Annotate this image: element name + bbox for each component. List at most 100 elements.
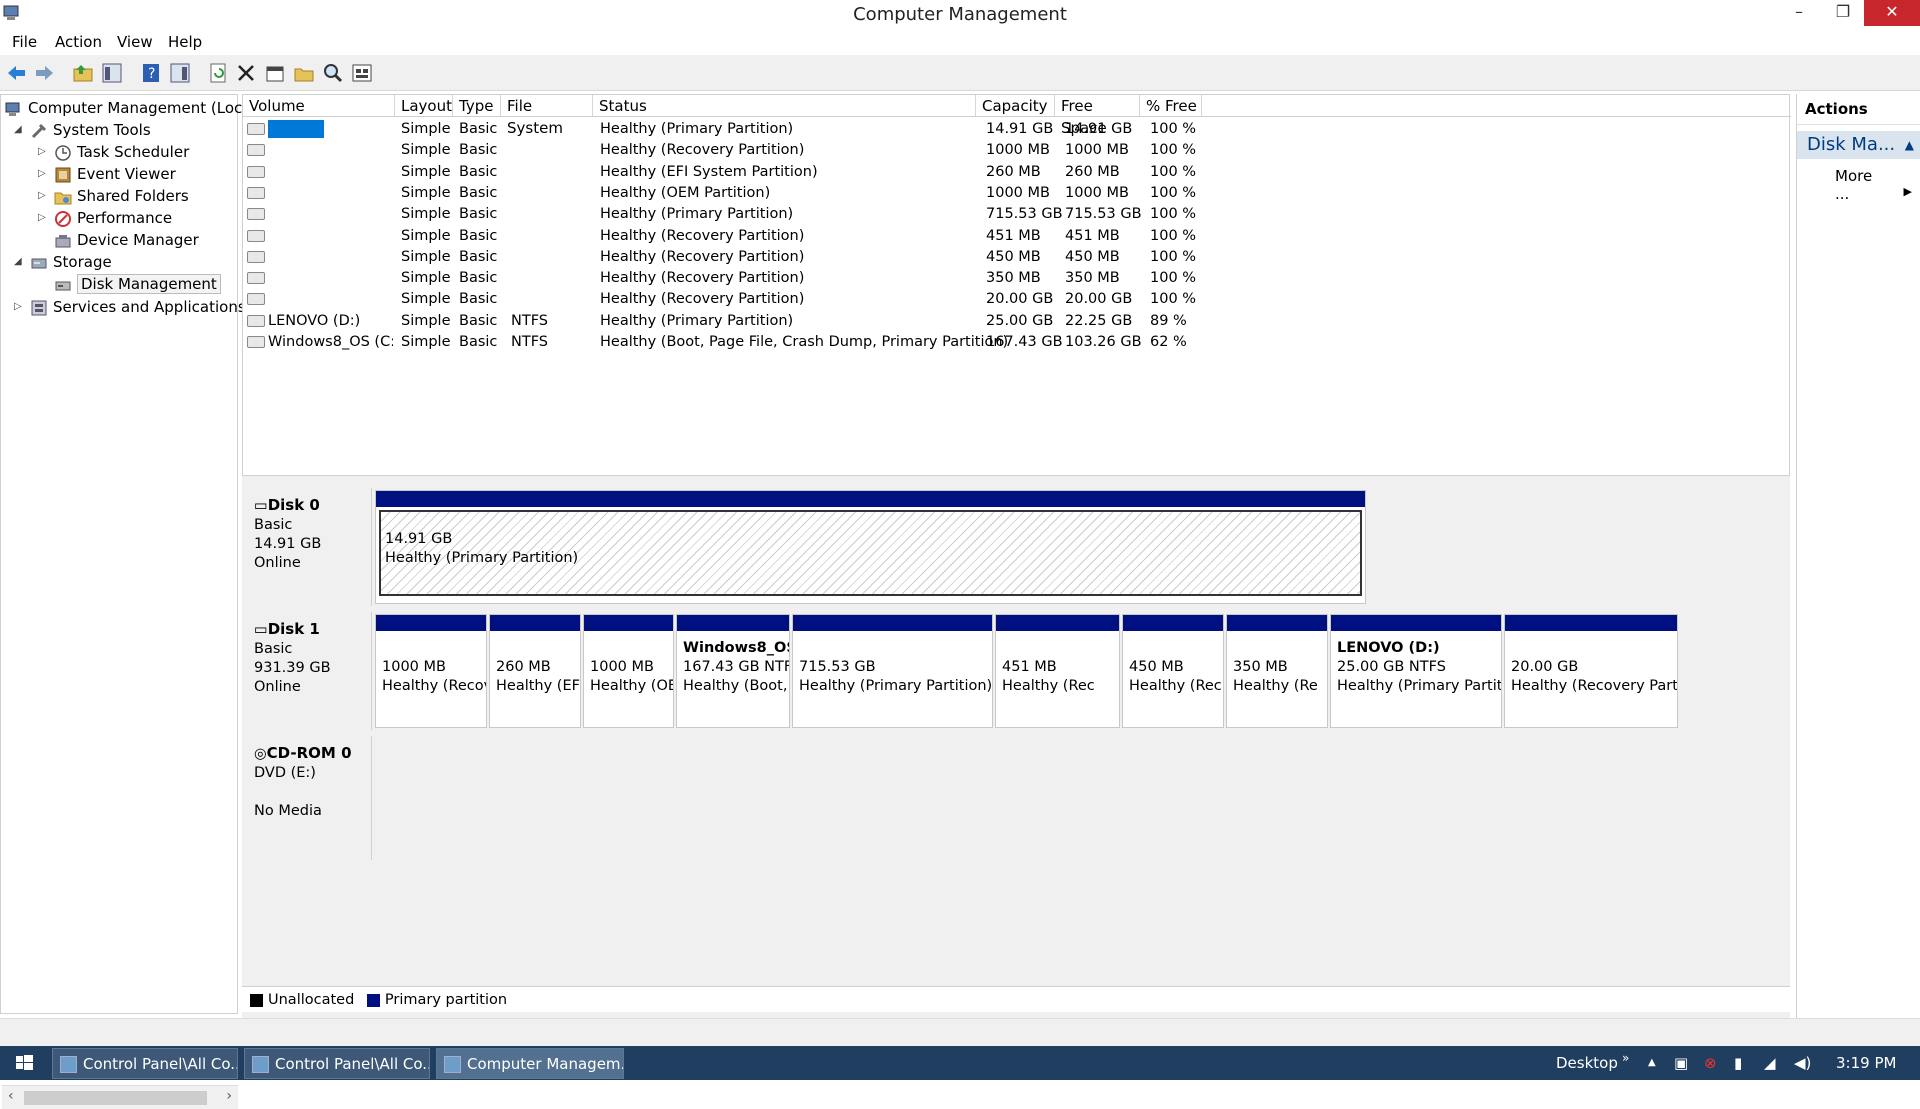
back-arrow-icon[interactable] <box>5 61 29 85</box>
close-button[interactable]: ✕ <box>1864 0 1920 26</box>
restore-button[interactable]: ❐ <box>1826 0 1860 26</box>
taskbar-control-panel-2[interactable]: Control Panel\All Co... <box>244 1048 430 1079</box>
cdrom-label[interactable]: ◎CD-ROM 0 DVD (E:) No Media <box>244 736 372 860</box>
table-row[interactable]: Simple Basic Healthy (Primary Partition) 71… <box>243 204 1791 225</box>
expand-arrow-icon[interactable]: ▷ <box>14 296 26 318</box>
tree-shared-folders[interactable]: Shared Folders <box>54 185 189 207</box>
partition-text: 450 MB Healthy (Rec <box>1123 631 1223 704</box>
menu-help[interactable]: Help <box>168 33 202 51</box>
disk1-partition[interactable]: 260 MB Healthy (EF <box>489 614 581 728</box>
disk1-label[interactable]: ▭Disk 1 Basic 931.39 GB Online <box>244 612 372 730</box>
table-row[interactable]: LENOVO (D:) Simple Basic NTFS Healthy (Prima… <box>243 311 1791 332</box>
settings-icon[interactable] <box>350 61 374 85</box>
column-layout[interactable]: Layout <box>395 95 453 117</box>
taskbar-control-panel-1[interactable]: Control Panel\All Co... <box>52 1048 238 1079</box>
refresh-icon[interactable] <box>207 61 231 85</box>
network-adapter-icon[interactable]: ▣ <box>1674 1046 1688 1080</box>
tree-event-viewer[interactable]: Event Viewer <box>54 163 176 185</box>
tree-services-applications[interactable]: Services and Applications <box>30 296 246 318</box>
cell-type: Basic <box>459 291 498 308</box>
windows-start-icon[interactable] <box>0 1046 48 1080</box>
table-row[interactable]: Simple Basic Healthy (EFI System Partition… <box>243 162 1791 183</box>
tree-horizontal-scrollbar[interactable]: ‹ › <box>2 1085 238 1109</box>
tree-system-tools[interactable]: System Tools <box>30 119 151 141</box>
disk1-partition[interactable]: 20.00 GB Healthy (Recovery Parti <box>1504 614 1678 728</box>
disk1-partition[interactable]: 451 MB Healthy (Rec <box>995 614 1120 728</box>
disk0-partition[interactable]: 14.91 GB Healthy (Primary Partition) <box>375 490 1366 604</box>
table-row[interactable]: Simple Basic Healthy (Recovery Partition) 4… <box>243 226 1791 247</box>
show-hidden-icons-icon[interactable]: ▲ <box>1648 1046 1656 1080</box>
battery-icon[interactable]: ▮ <box>1734 1046 1742 1080</box>
security-alert-icon[interactable]: ⊗ <box>1704 1046 1717 1080</box>
actions-disk-management[interactable]: Disk Ma... ▲ <box>1797 131 1920 159</box>
menu-view[interactable]: View <box>117 33 153 51</box>
minimize-button[interactable]: – <box>1782 0 1816 26</box>
disk1-partition[interactable]: 450 MB Healthy (Rec <box>1122 614 1224 728</box>
cell-capacity: 20.00 GB <box>986 291 1054 308</box>
taskbar-control-panel-2-label: Control Panel\All Co... <box>275 1055 430 1073</box>
table-row[interactable]: Simple Basic Healthy (OEM Partition) 1000 M… <box>243 183 1791 204</box>
tree-device-manager[interactable]: Device Manager <box>54 229 199 251</box>
table-row[interactable]: Simple Basic Healthy (Recovery Partition) 3… <box>243 268 1791 289</box>
expand-arrow-icon[interactable]: ▷ <box>38 207 50 229</box>
partition-size: 451 MB <box>1002 659 1057 675</box>
toolbar-expand-icon[interactable]: » <box>1622 1046 1629 1080</box>
column-status[interactable]: Status <box>593 95 976 117</box>
column-percent-free[interactable]: % Free <box>1140 95 1202 117</box>
signal-icon[interactable]: ◢ <box>1764 1046 1776 1080</box>
desktop-toolbar[interactable]: Desktop <box>1556 1046 1618 1080</box>
table-row[interactable]: Simple Basic Healthy (Recovery Partition) 1… <box>243 140 1791 161</box>
collapse-up-icon[interactable]: ▲ <box>1905 131 1914 159</box>
actions-title: Actions <box>1797 94 1920 125</box>
disk1-partition[interactable]: 715.53 GB Healthy (Primary Partition) <box>792 614 993 728</box>
tree-root[interactable]: Computer Management (Local <box>5 97 256 119</box>
tree-task-scheduler[interactable]: Task Scheduler <box>54 141 189 163</box>
search-icon[interactable] <box>321 61 345 85</box>
up-folder-icon[interactable] <box>71 61 95 85</box>
column-capacity[interactable]: Capacity <box>976 95 1055 117</box>
tree-storage[interactable]: Storage <box>30 251 112 273</box>
menu-action[interactable]: Action <box>55 33 102 51</box>
collapse-arrow-icon[interactable]: ◢ <box>14 119 26 141</box>
expand-arrow-icon[interactable]: ▷ <box>38 141 50 163</box>
table-row[interactable]: Simple Basic Healthy (Recovery Partition) 4… <box>243 247 1791 268</box>
disk0-state: Online <box>254 555 301 571</box>
open-folder-icon[interactable] <box>292 61 316 85</box>
column-type[interactable]: Type <box>453 95 501 117</box>
column-file-system[interactable]: File System <box>501 95 593 137</box>
scroll-left-arrow-icon[interactable]: ‹ <box>8 1088 14 1104</box>
menu-file[interactable]: File <box>12 33 37 51</box>
taskbar-computer-management[interactable]: Computer Managem... <box>436 1048 624 1079</box>
partition-title: LENOVO (D:) <box>1337 640 1440 656</box>
properties-icon[interactable] <box>263 61 287 85</box>
collapse-arrow-icon[interactable]: ◢ <box>14 251 26 273</box>
disk1-partition[interactable]: 1000 MB Healthy (Recov <box>375 614 487 728</box>
tree-root-label: Computer Management (Local <box>28 99 256 117</box>
volume-icon[interactable]: ◀) <box>1794 1046 1811 1080</box>
disk1-partition[interactable]: Windows8_OS (C:) 167.43 GB NTFS Healthy (B… <box>676 614 790 728</box>
table-row[interactable]: Simple Basic Healthy (Recovery Partition) 2… <box>243 289 1791 310</box>
expand-arrow-icon[interactable]: ▷ <box>38 185 50 207</box>
primary-partition-bar <box>1331 615 1501 631</box>
help-icon[interactable]: ? <box>139 61 163 85</box>
clock-time[interactable]: 3:19 PM <box>1836 1046 1896 1080</box>
show-hide-action-pane-icon[interactable] <box>168 61 192 85</box>
scroll-right-arrow-icon[interactable]: › <box>226 1088 232 1104</box>
expand-arrow-icon[interactable]: ▷ <box>38 163 50 185</box>
table-row[interactable]: Windows8_OS (C:) Simple Basic NTFS Healthy (… <box>243 332 1791 353</box>
show-hide-tree-icon[interactable] <box>100 61 124 85</box>
cell-status: Healthy (Boot, Page File, Crash Dump, Pr… <box>600 334 1009 350</box>
table-row[interactable]: Simple Basic Healthy (Primary Partition) 14… <box>243 119 1791 140</box>
disk1-partition[interactable]: LENOVO (D:) 25.00 GB NTFS Healthy (Primary… <box>1330 614 1502 728</box>
column-volume[interactable]: Volume <box>243 95 395 117</box>
scroll-thumb[interactable] <box>24 1091 207 1105</box>
forward-arrow-icon[interactable] <box>32 61 56 85</box>
column-free-space[interactable]: Free Space <box>1055 95 1140 137</box>
delete-icon[interactable] <box>234 61 258 85</box>
tree-performance[interactable]: Performance <box>54 207 172 229</box>
actions-more[interactable]: More ... ▶ <box>1797 159 1920 203</box>
disk1-partition[interactable]: 1000 MB Healthy (OEM <box>583 614 674 728</box>
tree-disk-management[interactable]: Disk Management <box>54 273 221 295</box>
disk1-partition[interactable]: 350 MB Healthy (Re <box>1226 614 1328 728</box>
disk0-label[interactable]: ▭Disk 0 Basic 14.91 GB Online <box>244 488 372 606</box>
